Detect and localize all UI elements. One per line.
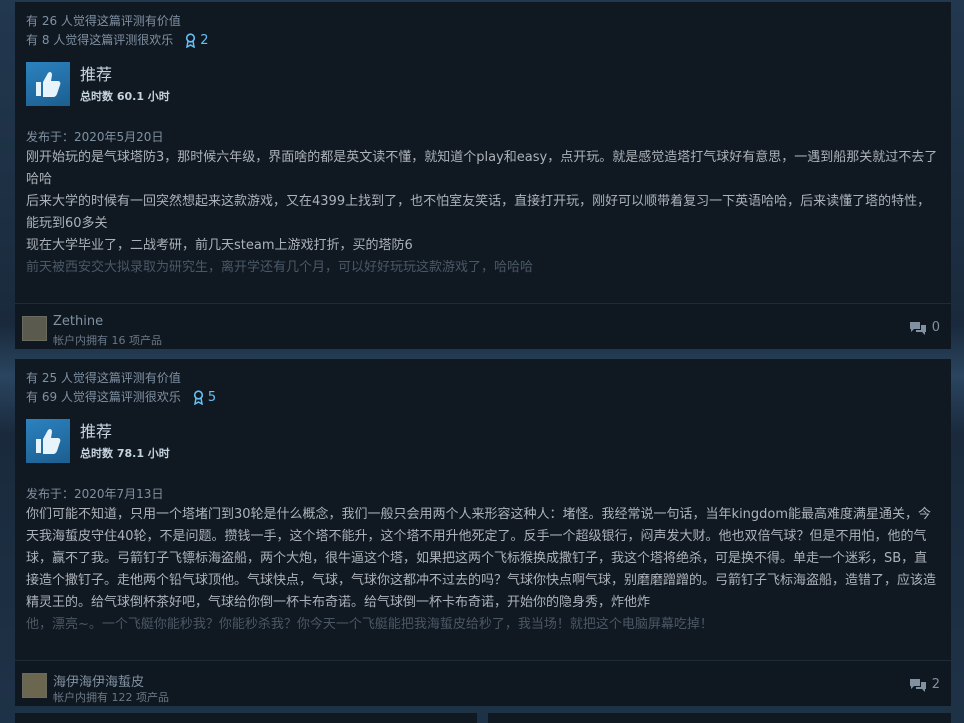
review-line-faded: 前天被西安交大拟录取为研究生，离开学还有几个月，可以好好玩玩这款游戏了，哈哈哈 xyxy=(26,260,534,275)
next-review-card xyxy=(488,713,951,723)
posted-date: 发布于：2020年7月13日 xyxy=(26,487,164,501)
hours-played: 总时数 78.1 小时 xyxy=(80,446,170,460)
review-line: 刚开始玩的是气球塔防3，那时候六年级，界面啥的都是英文读不懂，就知道个play和… xyxy=(26,150,938,187)
thumbs-up-icon xyxy=(26,62,70,106)
review-line: 现在大学毕业了，二战考研，前几天steam上游戏打折，买的塔防6 xyxy=(26,238,413,253)
funny-row: 有 8 人觉得这篇评测很欢乐 2 xyxy=(26,31,940,50)
review-card: 有 25 人觉得这篇评测有价值 有 69 人觉得这篇评测很欢乐 5 推荐 总时数 xyxy=(15,359,951,706)
thumbs-up-icon xyxy=(26,419,70,463)
funny-row: 有 69 人觉得这篇评测很欢乐 5 xyxy=(26,388,940,407)
review-line: 你们可能不知道，只用一个塔堵门到30轮是什么概念，我们一般只会用两个人来形容这种… xyxy=(26,507,937,610)
award-count: 5 xyxy=(207,390,217,405)
author-name[interactable]: 海伊海伊海蜇皮 xyxy=(53,671,144,690)
funny-count: 有 8 人觉得这篇评测很欢乐 xyxy=(26,33,174,47)
recommendation-block[interactable]: 推荐 总时数 78.1 小时 xyxy=(26,419,940,463)
comment-icon xyxy=(909,322,926,335)
award-ribbon-icon xyxy=(186,33,196,48)
hours-played: 总时数 60.1 小时 xyxy=(80,89,170,103)
award-badge[interactable]: 2 xyxy=(185,31,209,50)
helpful-count: 有 25 人觉得这篇评测有价值 xyxy=(26,371,181,385)
recommendation-label: 推荐 xyxy=(80,421,113,441)
review-text: 你们可能不知道，只用一个塔堵门到30轮是什么概念，我们一般只会用两个人来形容这种… xyxy=(26,504,940,636)
avatar[interactable] xyxy=(22,673,47,698)
avatar[interactable] xyxy=(22,316,47,341)
review-footer: Zethine 帐户内拥有 16 项产品 0 xyxy=(15,303,951,349)
review-text: 刚开始玩的是气球塔防3，那时候六年级，界面啥的都是英文读不懂，就知道个play和… xyxy=(26,147,940,279)
helpful-count: 有 26 人觉得这篇评测有价值 xyxy=(26,14,181,28)
comment-count: 2 xyxy=(931,677,940,692)
comment-icon xyxy=(909,679,926,692)
comments-button[interactable]: 0 xyxy=(909,320,940,335)
comment-count: 0 xyxy=(931,320,940,335)
review-footer: 海伊海伊海蜇皮 帐户内拥有 122 项产品 2 xyxy=(15,660,951,706)
author-products: 帐户内拥有 16 项产品 xyxy=(53,334,162,347)
award-ribbon-icon xyxy=(193,390,204,405)
review-card: 有 26 人觉得这篇评测有价值 有 8 人觉得这篇评测很欢乐 2 推荐 总时数 xyxy=(15,2,951,349)
funny-count: 有 69 人觉得这篇评测很欢乐 xyxy=(26,390,181,404)
posted-date: 发布于：2020年5月20日 xyxy=(26,130,164,144)
recommendation-label: 推荐 xyxy=(80,64,113,84)
author-name[interactable]: Zethine xyxy=(53,314,103,329)
review-line: 后来大学的时候有一回突然想起来这款游戏，又在4399上找到了，也不怕室友笑话，直… xyxy=(26,194,931,231)
recommendation-block[interactable]: 推荐 总时数 60.1 小时 xyxy=(26,62,940,106)
award-count: 2 xyxy=(200,33,209,48)
review-line-faded: 他，漂亮~。一个飞艇你能秒我？你能秒杀我？你今天一个飞艇能把我海蜇皮给秒了，我当… xyxy=(26,617,713,632)
next-review-card xyxy=(15,713,477,723)
award-badge[interactable]: 5 xyxy=(193,388,216,407)
author-products: 帐户内拥有 122 项产品 xyxy=(53,691,169,704)
comments-button[interactable]: 2 xyxy=(909,677,940,692)
